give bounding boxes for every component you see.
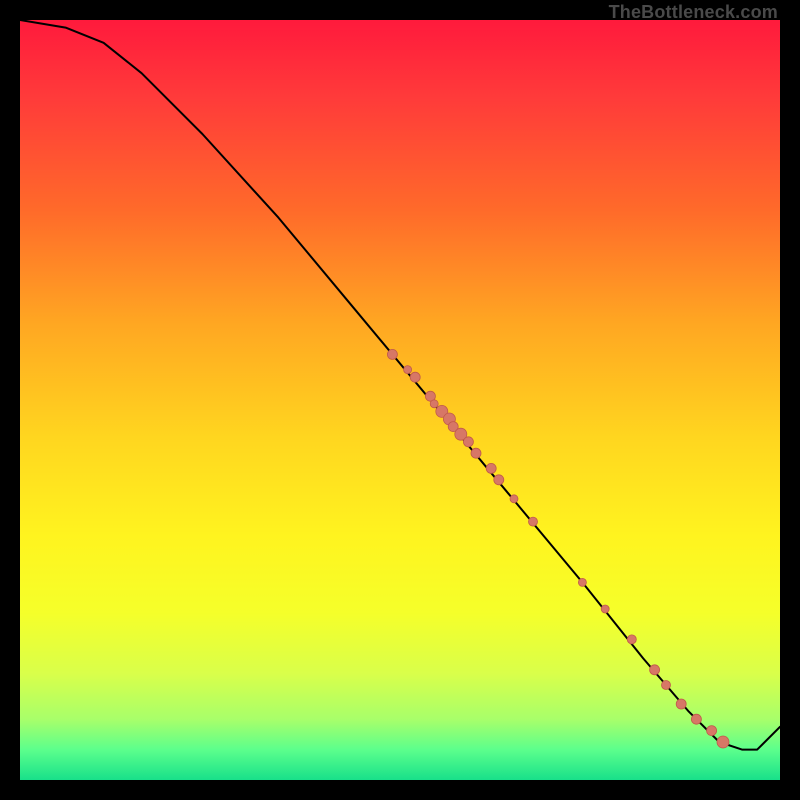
scatter-dot (430, 400, 438, 408)
scatter-dot (529, 517, 538, 526)
scatter-dot-group (387, 349, 729, 748)
scatter-dot (707, 726, 717, 736)
scatter-dot (486, 463, 496, 473)
scatter-dot (463, 437, 473, 447)
scatter-dot (627, 635, 636, 644)
scatter-dot (494, 475, 504, 485)
scatter-dot (691, 714, 701, 724)
scatter-dot (387, 349, 397, 359)
scatter-dot (662, 681, 671, 690)
scatter-dot (410, 372, 420, 382)
scatter-dot (650, 665, 660, 675)
scatter-dot (510, 495, 518, 503)
scatter-dot (676, 699, 686, 709)
bottleneck-curve-line (20, 20, 780, 750)
chart-overlay (20, 20, 780, 780)
scatter-dot (471, 448, 481, 458)
scatter-dot (404, 366, 412, 374)
scatter-dot (717, 736, 729, 748)
scatter-dot (578, 578, 586, 586)
frame: TheBottleneck.com (0, 0, 800, 800)
scatter-dot (601, 605, 609, 613)
